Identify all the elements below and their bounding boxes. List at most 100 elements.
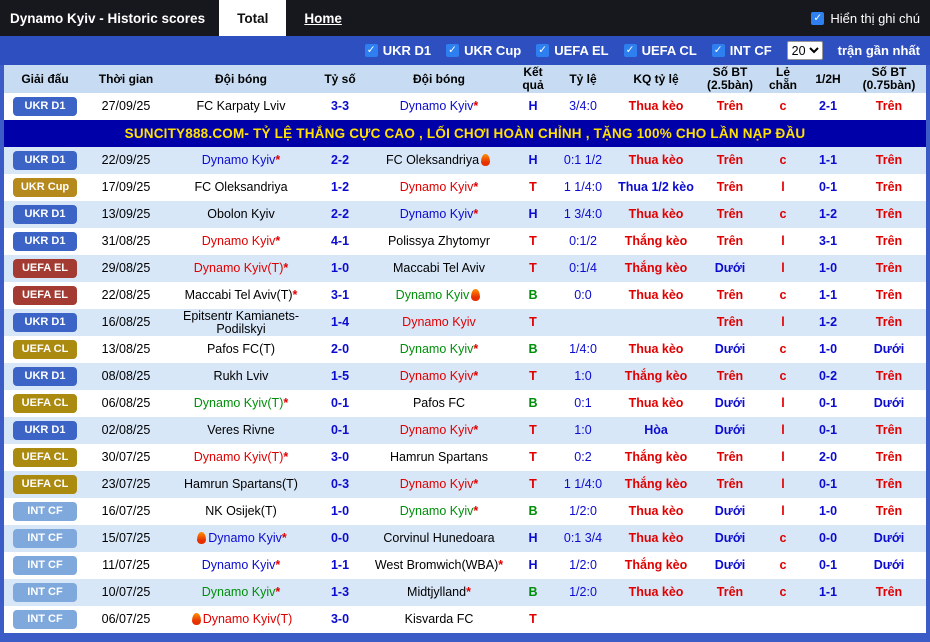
odd-even-cell: l [781, 450, 785, 464]
odd-even-cell [762, 606, 804, 633]
over-under-2-5-cell: Trên [716, 234, 744, 248]
over-under-2-5-cell: Trên [716, 450, 744, 464]
tab-total[interactable]: Total [219, 0, 287, 36]
handicap-cell: 1/2:0 [569, 504, 597, 518]
column-header: Kết quả [514, 65, 552, 93]
home-team-cell: FC Oleksandriya [166, 174, 316, 201]
filter-ukr-cup[interactable]: UKR Cup [446, 43, 521, 58]
team-name: Maccabi Tel Aviv(T) [184, 288, 293, 302]
league-badge: UKR D1 [13, 421, 77, 440]
checkbox-icon[interactable] [623, 44, 637, 57]
filter-uefa-cl[interactable]: UEFA CL [623, 43, 697, 58]
show-notes-label: Hiển thị ghi chú [830, 10, 920, 26]
handicap-cell: 1:0 [574, 369, 592, 383]
odd-even-cell: l [781, 477, 785, 491]
team-name: Pafos FC(T) [206, 342, 276, 356]
checkbox-icon[interactable] [364, 44, 378, 57]
handicap-result-cell: Thua kèo [628, 153, 684, 167]
filter-int-cf[interactable]: INT CF [711, 43, 772, 58]
match-row: UEFA EL 22/08/25 Maccabi Tel Aviv(T)* 3-1 Dy… [4, 282, 926, 309]
team-name: Dynamo Kyiv [208, 531, 282, 545]
league-cell: UEFA CL [4, 390, 86, 417]
date-cell: 02/08/25 [101, 423, 151, 437]
filter-label: UKR D1 [382, 43, 432, 58]
away-team-cell: West Bromwich(WBA)* [364, 552, 514, 579]
handicap-result-cell [614, 309, 698, 336]
odd-even-cell: l [781, 261, 785, 275]
filter-label: UEFA CL [641, 43, 697, 58]
table-body: UKR D1 27/09/25 FC Karpaty Lviv 3-3 Dynamo K… [4, 93, 926, 633]
result-cell: T [529, 477, 537, 491]
team-name: Midtjylland [407, 585, 467, 599]
team-name: Hamrun Spartans(T) [184, 477, 298, 491]
odd-even-cell: l [781, 315, 785, 329]
team-name: West Bromwich(WBA) [374, 558, 499, 572]
away-team-cell: Dynamo Kyiv* [364, 498, 514, 525]
league-cell: UKR D1 [4, 309, 86, 336]
league-cell: INT CF [4, 525, 86, 552]
match-row: UEFA CL 13/08/25 Pafos FC(T) 2-0 Dynamo Kyiv… [4, 336, 926, 363]
hot-match-icon [191, 613, 201, 625]
ad-banner[interactable]: SUNCITY888.COM- TỶ LỆ THẮNG CỰC CAO , LỐ… [4, 120, 926, 147]
half-time-score-cell: 0-0 [818, 531, 838, 545]
checkbox-icon[interactable] [536, 44, 550, 57]
handicap-cell: 0:2 [574, 450, 592, 464]
league-cell: UEFA CL [4, 444, 86, 471]
scores-table: Giải đấu Thời gian Đội bóng Tỷ số Đội bóng Kế… [4, 65, 926, 633]
date-cell: 08/08/25 [101, 369, 151, 383]
home-team-cell: Dynamo Kyiv(T) [166, 606, 316, 633]
over-under-2-5-cell: Dưới [714, 396, 746, 410]
match-row: UKR D1 27/09/25 FC Karpaty Lviv 3-3 Dynamo K… [4, 93, 926, 120]
away-team-cell: Pafos FC [364, 390, 514, 417]
column-header: Giải đấu [4, 65, 86, 93]
over-under-2-5-cell: Trên [716, 207, 744, 221]
filter-label: UKR Cup [464, 43, 522, 58]
home-team-cell: Epitsentr Kamianets-Podilskyi [166, 309, 316, 336]
match-row: UKR D1 08/08/25 Rukh Lviv 1-5 Dynamo Kyiv* T 1… [4, 363, 926, 390]
half-time-score-cell: 0-1 [818, 558, 838, 572]
match-count-select[interactable]: 20 [786, 41, 823, 60]
over-under-2-5-cell: Dưới [714, 531, 746, 545]
league-cell: UKR D1 [4, 228, 86, 255]
team-name: Dynamo Kyiv [399, 99, 474, 113]
away-team-cell: Polissya Zhytomyr [364, 228, 514, 255]
over-under-2-5-cell: Dưới [714, 342, 746, 356]
home-team-cell: Dynamo Kyiv* [166, 579, 316, 606]
show-notes-toggle[interactable]: Hiển thị ghi chú [801, 0, 930, 36]
checkbox-icon[interactable] [711, 44, 725, 57]
filter-ukr-d1[interactable]: UKR D1 [364, 43, 432, 58]
team-name: Polissya Zhytomyr [387, 234, 491, 248]
league-badge: INT CF [13, 529, 77, 548]
over-under-2-5-cell: Trên [716, 99, 744, 113]
league-badge: UEFA CL [13, 340, 77, 359]
filter-bar: UKR D1 UKR Cup UEFA EL UEFA CL INT CF 20 trậ… [0, 36, 930, 65]
team-name: Dynamo Kyiv(T) [193, 261, 284, 275]
team-note-star: * [283, 450, 289, 464]
half-time-score-cell: 3-1 [818, 234, 838, 248]
league-cell: INT CF [4, 579, 86, 606]
handicap-cell: 1 1/4:0 [563, 477, 603, 491]
score-cell: 4-1 [330, 234, 350, 248]
score-cell: 0-1 [330, 396, 350, 410]
team-name: Dynamo Kyiv [395, 288, 470, 302]
checkbox-icon[interactable] [446, 44, 460, 57]
half-time-score-cell: 1-0 [818, 342, 838, 356]
over-under-2-5-cell: Trên [716, 180, 744, 194]
date-cell: 31/08/25 [101, 234, 151, 248]
league-badge: UEFA EL [13, 286, 77, 305]
league-badge: UEFA CL [13, 448, 77, 467]
tab-home[interactable]: Home [286, 0, 360, 36]
handicap-result-cell [614, 606, 698, 633]
match-row: UEFA CL 23/07/25 Hamrun Spartans(T) 0-3 Dyna… [4, 471, 926, 498]
filter-uefa-el[interactable]: UEFA EL [536, 43, 609, 58]
team-name: Dynamo Kyiv(T) [193, 450, 284, 464]
result-cell: B [528, 585, 538, 599]
over-under-0-75-cell: Trên [875, 504, 903, 518]
result-cell: T [529, 261, 537, 275]
half-time-score-cell: 1-0 [818, 261, 838, 275]
show-notes-checkbox-icon[interactable] [811, 11, 825, 25]
away-team-cell: Dynamo Kyiv* [364, 93, 514, 120]
score-cell: 2-2 [330, 207, 350, 221]
over-under-0-75-cell [852, 606, 926, 633]
